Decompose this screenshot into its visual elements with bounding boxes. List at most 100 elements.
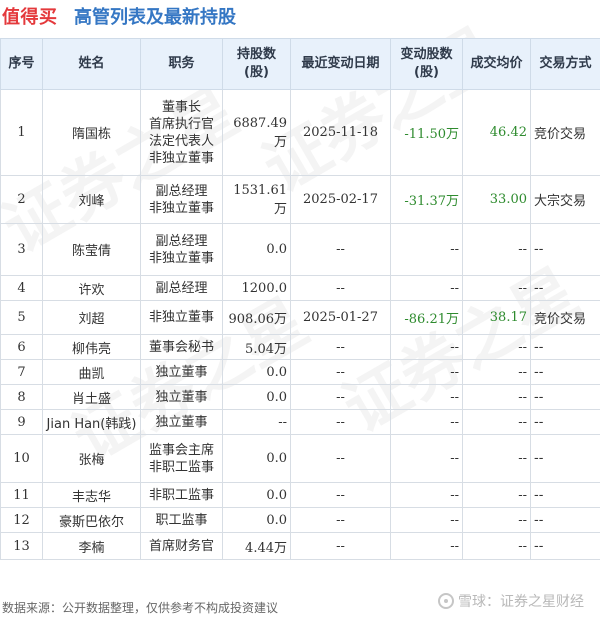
page-title: 高管列表及最新持股 <box>74 7 236 28</box>
role-label: 非独立董事 <box>148 150 214 166</box>
table-row: 9 Jian Han(韩践) 独立董事 -- -- -- -- -- <box>0 409 600 435</box>
last-change-date: 2025-01-27 <box>290 300 391 335</box>
executive-roles: 副总经理 <box>140 275 223 301</box>
trade-method: -- <box>530 334 600 360</box>
average-price: 38.17 <box>462 300 531 335</box>
column-header: 职务 <box>140 38 223 90</box>
average-price: 46.42 <box>462 89 531 176</box>
shares-held: 0.0 <box>222 223 291 276</box>
last-change-date: -- <box>290 507 391 533</box>
shares-held: 4.44万 <box>222 532 291 560</box>
table-row: 7 曲凯 独立董事 0.0 -- -- -- -- <box>0 359 600 385</box>
row-number: 6 <box>0 334 43 360</box>
change-shares: -- <box>390 409 463 435</box>
role-label: 非独立董事 <box>148 310 214 325</box>
role-label: 非职工监事 <box>148 487 214 503</box>
shares-held: 5.04万 <box>222 334 291 360</box>
role-label: 独立董事 <box>155 414 208 430</box>
average-price: -- <box>462 334 531 360</box>
trade-method: -- <box>530 275 600 301</box>
last-change-date: -- <box>290 384 391 410</box>
shares-held: 1531.61万 <box>222 175 291 224</box>
executive-name: 刘峰 <box>42 175 141 224</box>
trade-method: -- <box>530 482 600 508</box>
executive-roles: 监事会主席 非职工监事 <box>140 434 223 483</box>
change-shares: -- <box>390 223 463 276</box>
footer-logo-text: 雪球：证券之星财经 <box>458 594 584 610</box>
trade-method: -- <box>530 434 600 483</box>
trade-method: 竞价交易 <box>530 300 600 335</box>
column-header: 持股数 (股) <box>222 38 291 90</box>
change-shares: -- <box>390 334 463 360</box>
role-label: 副总经理 <box>155 183 208 199</box>
shares-held: 0.0 <box>222 482 291 508</box>
last-change-date: -- <box>290 223 391 276</box>
table-row: 3 陈莹倩 副总经理 非独立董事 0.0 -- -- -- -- <box>0 223 600 276</box>
table-row: 12 豪斯巴依尔 职工监事 0.0 -- -- -- -- <box>0 507 600 533</box>
table-row: 11 丰志华 非职工监事 0.0 -- -- -- -- <box>0 482 600 508</box>
executive-roles: 独立董事 <box>140 359 223 385</box>
role-label: 独立董事 <box>155 389 208 405</box>
average-price: -- <box>462 434 531 483</box>
row-number: 2 <box>0 175 43 224</box>
column-header: 成交均价 <box>462 38 531 90</box>
last-change-date: -- <box>290 359 391 385</box>
executive-name: 肖土盛 <box>42 384 141 410</box>
brand-logo-text: 值得买 <box>2 7 58 28</box>
change-shares: -- <box>390 384 463 410</box>
last-change-date: -- <box>290 409 391 435</box>
role-label: 首席财务官 <box>148 538 214 554</box>
row-number: 7 <box>0 359 43 385</box>
shares-held: 0.0 <box>222 507 291 533</box>
change-shares: -- <box>390 532 463 560</box>
executive-name: 张梅 <box>42 434 141 483</box>
executive-roles: 首席财务官 <box>140 532 223 560</box>
shares-held: 1200.0 <box>222 275 291 301</box>
role-label: 法定代表人 <box>148 133 214 149</box>
executive-roles: 独立董事 <box>140 409 223 435</box>
executive-roles: 副总经理 非独立董事 <box>140 175 223 224</box>
average-price: 33.00 <box>462 175 531 224</box>
snowball-icon <box>438 593 454 609</box>
executive-roles: 董事长 首席执行官 法定代表人 非独立董事 <box>140 89 223 176</box>
average-price: -- <box>462 409 531 435</box>
row-number: 5 <box>0 300 43 335</box>
executive-name: Jian Han(韩践) <box>42 409 141 435</box>
trade-method: -- <box>530 409 600 435</box>
role-label: 董事长 <box>161 99 201 115</box>
executive-name: 曲凯 <box>42 359 141 385</box>
shares-held: 0.0 <box>222 359 291 385</box>
last-change-date: -- <box>290 532 391 560</box>
row-number: 8 <box>0 384 43 410</box>
last-change-date: -- <box>290 434 391 483</box>
average-price: -- <box>462 507 531 533</box>
average-price: -- <box>462 359 531 385</box>
role-label: 副总经理 <box>155 280 208 296</box>
average-price: -- <box>462 482 531 508</box>
executive-name: 许欢 <box>42 275 141 301</box>
trade-method: -- <box>530 384 600 410</box>
executive-roles: 职工监事 <box>140 507 223 533</box>
executive-roles: 非职工监事 <box>140 482 223 508</box>
table-row: 4 许欢 副总经理 1200.0 -- -- -- -- <box>0 275 600 301</box>
average-price: -- <box>462 384 531 410</box>
average-price: -- <box>462 532 531 560</box>
shares-held: 908.06万 <box>222 300 291 335</box>
last-change-date: 2025-11-18 <box>290 89 391 176</box>
data-source-note: 数据来源：公开数据整理，仅供参考不构成投资建议 <box>2 601 279 615</box>
average-price: -- <box>462 223 531 276</box>
executive-name: 丰志华 <box>42 482 141 508</box>
table-row: 6 柳伟亮 董事会秘书 5.04万 -- -- -- -- <box>0 334 600 360</box>
column-header: 交易方式 <box>530 38 600 90</box>
executive-name: 李楠 <box>42 532 141 560</box>
role-label: 非独立董事 <box>148 250 214 266</box>
trade-method: -- <box>530 507 600 533</box>
role-label: 独立董事 <box>155 364 208 380</box>
role-label: 董事会秘书 <box>148 339 214 355</box>
column-header: 序号 <box>0 38 43 90</box>
change-shares: -86.21万 <box>390 300 463 335</box>
change-shares: -- <box>390 507 463 533</box>
change-shares: -31.37万 <box>390 175 463 224</box>
change-shares: -- <box>390 359 463 385</box>
shares-held: 0.0 <box>222 434 291 483</box>
